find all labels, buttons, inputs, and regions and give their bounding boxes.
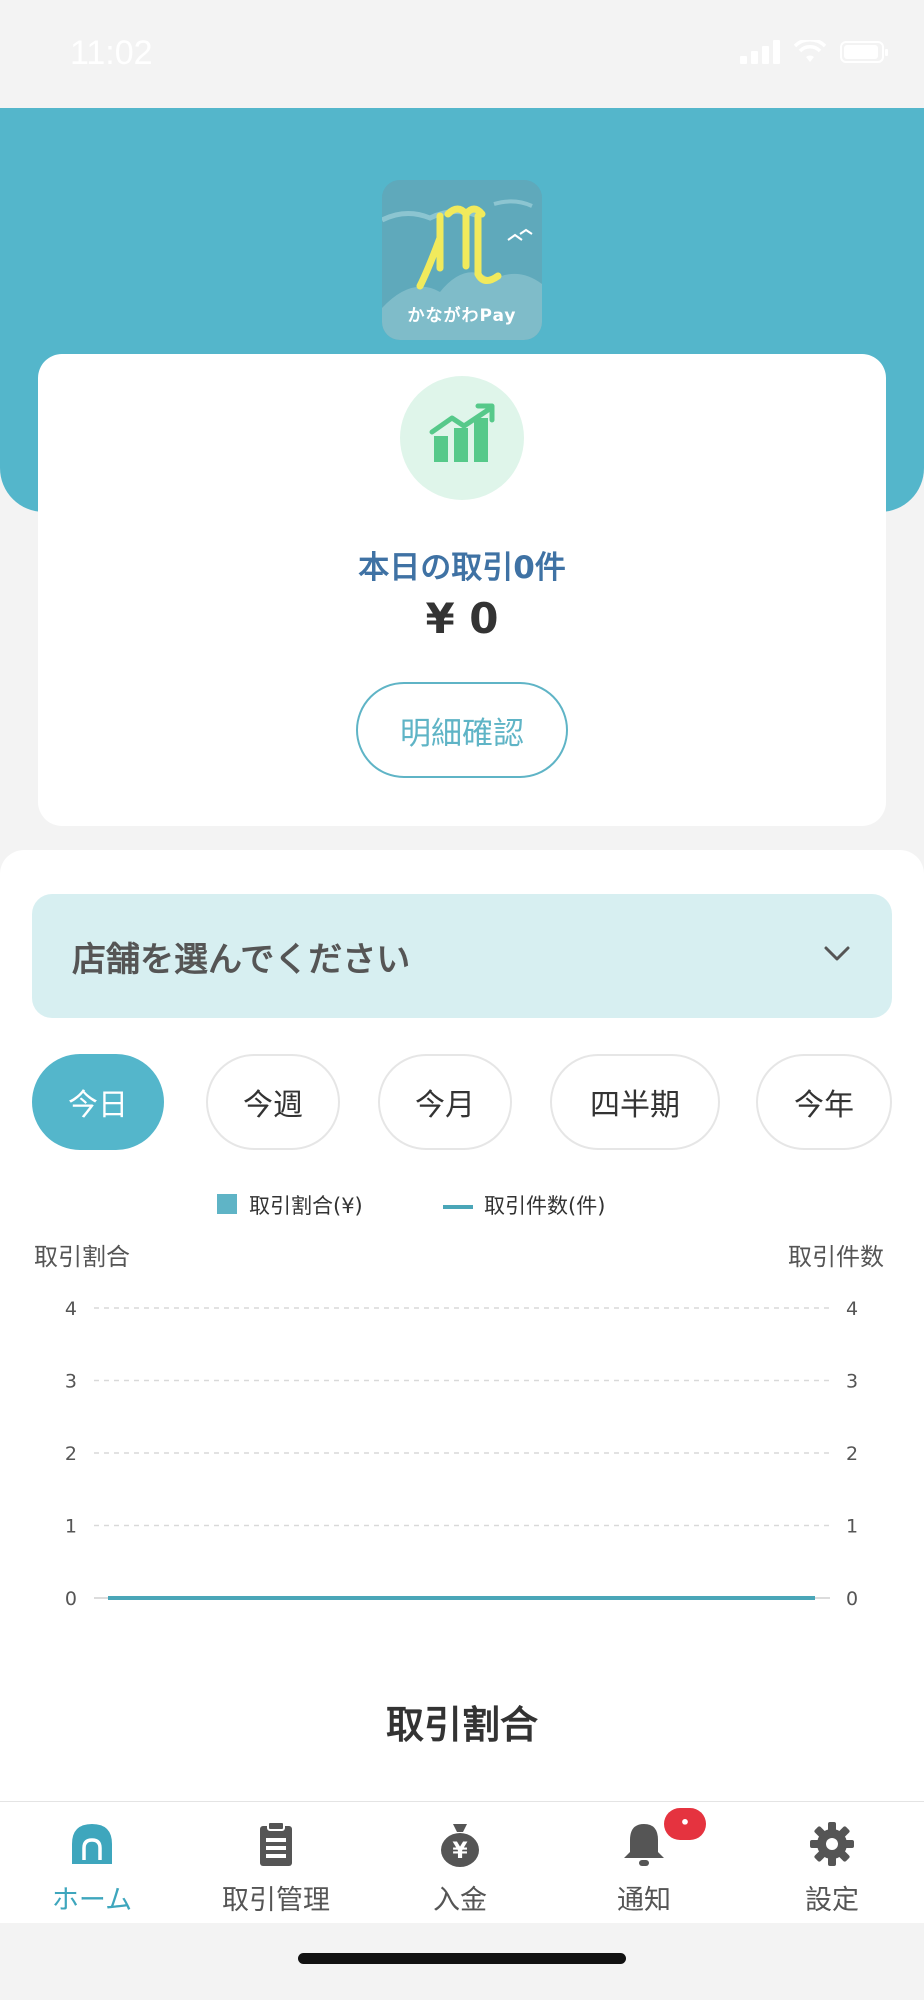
store-select-dropdown[interactable]: 店舗を選んでください [32,894,892,1018]
y-tick-right: 0 [846,1588,858,1608]
y-tick-left: 3 [65,1371,77,1393]
period-tabs: 今日 今週 今月 四半期 今年 [32,1054,892,1150]
notification-badge: • [664,1808,706,1840]
clipboard-icon [260,1821,292,1866]
detail-check-button[interactable]: 明細確認 [356,682,568,778]
main-panel: 店舗を選んでください 今日 今週 今月 四半期 今年 取引割合(¥) 取引件数(件… [0,850,924,1850]
section-title: 取引割合 [385,1703,538,1747]
gear-icon [810,1822,854,1866]
wifi-icon [794,40,826,62]
app-logo: かながわPay [382,180,542,340]
home-bar-area [0,1923,924,2000]
y-tick-right: 3 [846,1371,858,1393]
chevron-down-icon [824,946,850,961]
nav-transactions-label: 取引管理 [222,1885,330,1916]
y-tick-right: 1 [846,1516,858,1538]
logo-text: かながわPay [407,306,517,326]
status-time: 11:02 [70,34,153,72]
tab-this-week[interactable]: 今週 [206,1054,340,1150]
home-indicator [298,1953,626,1964]
transaction-chart: 取引割合(¥)取引件数(件)取引割合取引件数001122334406121823 [0,1178,924,1643]
tab-this-month[interactable]: 今月 [378,1054,512,1150]
y-tick-right: 4 [846,1298,858,1320]
y-tick-left: 0 [65,1588,77,1608]
nav-notifications-label: 通知 [617,1885,671,1916]
nav-settings[interactable]: 設定 [740,1802,924,1924]
legend-line-swatch [443,1205,473,1209]
nav-deposit-label: 入金 [433,1885,487,1916]
bell-icon [624,1824,664,1866]
y-tick-left: 1 [65,1516,77,1538]
svg-text:¥: ¥ [452,1839,468,1864]
left-axis-label: 取引割合 [34,1243,130,1271]
battery-icon [840,41,888,63]
legend-bar-swatch [217,1194,237,1214]
nav-settings-label: 設定 [805,1885,859,1916]
today-amount: ¥ 0 [425,594,499,643]
tab-this-year[interactable]: 今年 [756,1054,892,1150]
nav-home[interactable]: ホーム [0,1802,184,1924]
y-tick-left: 2 [65,1443,77,1465]
signal-icon [740,40,780,64]
home-icon [72,1824,112,1864]
money-bag-icon: ¥ [441,1824,479,1867]
tab-quarter[interactable]: 四半期 [550,1054,720,1150]
chart-svg: 取引割合(¥)取引件数(件)取引割合取引件数001122334406121823 [34,1194,884,1643]
status-icons [740,40,888,64]
status-bar: 11:02 [0,0,924,108]
today-summary-card: 本日の取引0件 ¥ 0 明細確認 [38,354,886,826]
legend-line-label: 取引件数(件) [484,1194,605,1218]
y-tick-left: 4 [65,1298,77,1320]
store-select-placeholder: 店舗を選んでください [72,940,411,980]
today-transactions-title: 本日の取引0件 [358,550,566,586]
tab-today[interactable]: 今日 [32,1054,164,1150]
legend-bar-label: 取引割合(¥) [249,1194,363,1218]
nav-transactions[interactable]: 取引管理 [184,1802,368,1924]
bottom-nav: ホーム 取引管理 ¥ 入金 • 通知 設定 [0,1801,924,1923]
nav-notifications[interactable]: • 通知 [552,1802,736,1924]
y-tick-right: 2 [846,1443,858,1465]
right-axis-label: 取引件数 [788,1243,884,1271]
trend-chart-icon [400,376,524,500]
nav-home-label: ホーム [51,1885,133,1916]
nav-deposit[interactable]: ¥ 入金 [368,1802,552,1924]
